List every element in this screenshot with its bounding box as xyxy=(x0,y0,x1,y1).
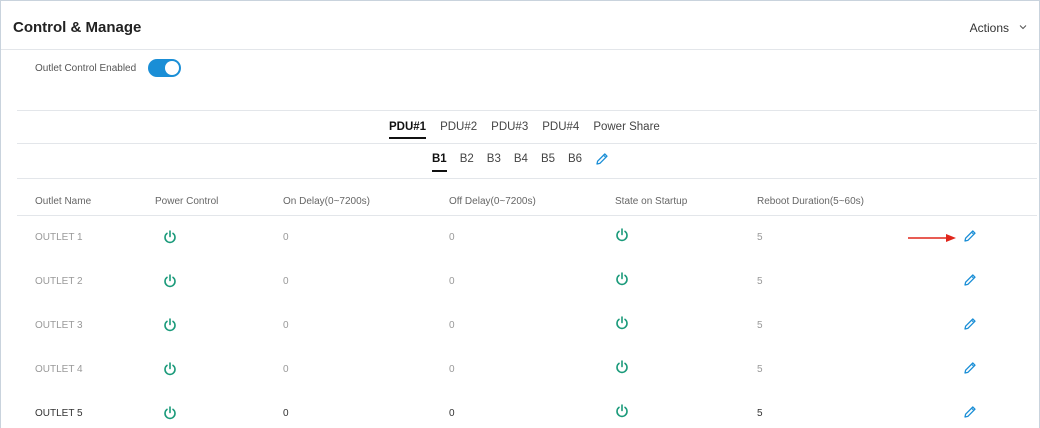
power-icon[interactable] xyxy=(615,272,629,286)
tab-bank-b1[interactable]: B1 xyxy=(432,153,447,172)
reboot-duration-value: 5 xyxy=(757,232,763,243)
column-header-outlet-name: Outlet Name xyxy=(35,196,92,207)
column-header-power-control: Power Control xyxy=(155,196,219,207)
reboot-duration-value: 5 xyxy=(757,364,763,375)
pencil-icon[interactable] xyxy=(595,152,609,166)
on-delay-value: 0 xyxy=(283,408,289,419)
off-delay-value: 0 xyxy=(449,320,455,331)
tab-bank-b4[interactable]: B4 xyxy=(514,153,528,172)
tab-pdu-2[interactable]: PDU#2 xyxy=(440,121,477,139)
divider xyxy=(17,215,1037,216)
outlet-name: OUTLET 5 xyxy=(35,408,83,419)
tab-pdu-3[interactable]: PDU#3 xyxy=(491,121,528,139)
outlet-control-row: Outlet Control Enabled xyxy=(35,59,182,77)
actions-dropdown[interactable]: Actions xyxy=(970,21,1027,35)
power-icon[interactable] xyxy=(163,230,177,244)
chevron-down-icon xyxy=(1019,25,1027,30)
power-icon[interactable] xyxy=(615,404,629,418)
power-icon[interactable] xyxy=(163,274,177,288)
outlet-name: OUTLET 3 xyxy=(35,320,83,331)
tab-pdu-4[interactable]: PDU#4 xyxy=(542,121,579,139)
power-icon[interactable] xyxy=(163,406,177,420)
tab-power-share[interactable]: Power Share xyxy=(593,121,659,139)
outlet-control-label: Outlet Control Enabled xyxy=(35,62,137,74)
outlet-name: OUTLET 2 xyxy=(35,276,83,287)
off-delay-value: 0 xyxy=(449,364,455,375)
arrow-annotation xyxy=(908,234,956,242)
column-header-off-delay: Off Delay(0~7200s) xyxy=(449,196,536,207)
reboot-duration-value: 5 xyxy=(757,408,763,419)
on-delay-value: 0 xyxy=(283,276,289,287)
power-icon[interactable] xyxy=(163,362,177,376)
divider xyxy=(17,178,1037,179)
outlet-name: OUTLET 1 xyxy=(35,232,83,243)
divider xyxy=(17,110,1037,111)
reboot-duration-value: 5 xyxy=(757,276,763,287)
column-header-on-delay: On Delay(0~7200s) xyxy=(283,196,370,207)
on-delay-value: 0 xyxy=(283,320,289,331)
pencil-icon[interactable] xyxy=(963,229,977,243)
pencil-icon[interactable] xyxy=(963,273,977,287)
tab-bank-b3[interactable]: B3 xyxy=(487,153,501,172)
on-delay-value: 0 xyxy=(283,364,289,375)
outlet-control-toggle[interactable] xyxy=(148,59,182,77)
tab-bank-b2[interactable]: B2 xyxy=(460,153,474,172)
toggle-knob xyxy=(165,61,180,75)
panel-header: Control & Manage Actions xyxy=(1,1,1039,50)
off-delay-value: 0 xyxy=(449,276,455,287)
pencil-icon[interactable] xyxy=(963,361,977,375)
divider xyxy=(17,143,1037,144)
bank-tabs: B1 B2 B3 B4 B5 B6 xyxy=(432,152,609,172)
on-delay-value: 0 xyxy=(283,232,289,243)
actions-label: Actions xyxy=(969,21,1009,35)
pencil-icon[interactable] xyxy=(963,317,977,331)
page-title: Control & Manage xyxy=(13,19,142,36)
off-delay-value: 0 xyxy=(449,232,455,243)
tab-bank-b6[interactable]: B6 xyxy=(568,153,582,172)
tab-pdu-1[interactable]: PDU#1 xyxy=(389,121,427,139)
power-icon[interactable] xyxy=(615,360,629,374)
column-header-reboot-duration: Reboot Duration(5~60s) xyxy=(757,196,865,207)
power-icon[interactable] xyxy=(163,318,177,332)
power-icon[interactable] xyxy=(615,316,629,330)
column-header-state-on-startup: State on Startup xyxy=(615,196,688,207)
pencil-icon[interactable] xyxy=(963,405,977,419)
outlet-name: OUTLET 4 xyxy=(35,364,83,375)
power-icon[interactable] xyxy=(615,228,629,242)
pdu-tabs: PDU#1 PDU#2 PDU#3 PDU#4 Power Share xyxy=(389,121,674,139)
off-delay-value: 0 xyxy=(449,408,455,419)
reboot-duration-value: 5 xyxy=(757,320,763,331)
tab-bank-b5[interactable]: B5 xyxy=(541,153,555,172)
